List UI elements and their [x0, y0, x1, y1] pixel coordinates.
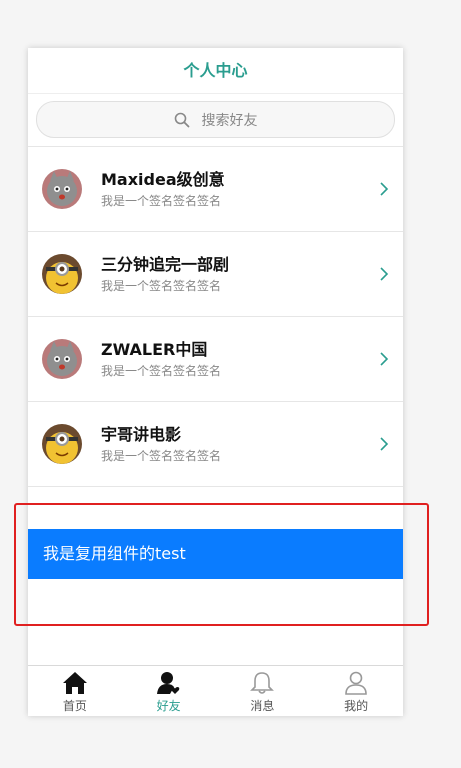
highlight-box [14, 503, 429, 626]
friend-icon [156, 672, 179, 694]
tab-friends[interactable]: 好友 [122, 666, 216, 716]
tab-label: 我的 [344, 699, 369, 713]
page-title: 个人中心 [28, 48, 403, 94]
tab-label: 消息 [250, 699, 275, 713]
chevron-right-icon [380, 267, 389, 281]
user-icon [345, 671, 367, 695]
tab-messages[interactable]: 消息 [216, 666, 310, 716]
search-icon [174, 112, 189, 127]
search-input[interactable]: 搜索好友 [36, 101, 395, 138]
friend-signature: 我是一个签名签名签名 [101, 448, 222, 463]
tab-bar: 首页 好友 消息 我的 [28, 665, 403, 716]
chevron-right-icon [380, 437, 389, 451]
chevron-right-icon [380, 352, 389, 366]
tab-home[interactable]: 首页 [28, 666, 122, 716]
friend-signature: 我是一个签名签名签名 [101, 278, 222, 293]
home-icon [62, 672, 87, 694]
tab-label: 好友 [156, 699, 181, 713]
bell-icon [250, 672, 275, 694]
search-placeholder: 搜索好友 [201, 112, 258, 129]
friend-item[interactable]: ZWALER中国 我是一个签名签名签名 [28, 317, 403, 402]
minion-avatar [42, 424, 82, 464]
friend-name: Maxidea级创意 [101, 169, 225, 189]
friend-signature: 我是一个签名签名签名 [101, 363, 222, 378]
cat-avatar [42, 339, 82, 379]
minion-avatar [42, 254, 82, 294]
friend-item[interactable]: Maxidea级创意 我是一个签名签名签名 [28, 147, 403, 232]
friend-item[interactable]: 宇哥讲电影 我是一个签名签名签名 [28, 402, 403, 487]
tab-mine[interactable]: 我的 [309, 666, 403, 716]
friend-name: 三分钟追完一部剧 [101, 254, 230, 274]
friend-item[interactable]: 三分钟追完一部剧 我是一个签名签名签名 [28, 232, 403, 317]
cat-avatar [42, 169, 82, 209]
friend-name: 宇哥讲电影 [101, 424, 182, 444]
search-bar: 搜索好友 [28, 94, 403, 147]
tab-label: 首页 [62, 699, 87, 713]
friend-signature: 我是一个签名签名签名 [101, 193, 222, 208]
friend-list: Maxidea级创意 我是一个签名签名签名 三分钟追完一部剧 我是一个签名签名签… [28, 147, 403, 487]
chevron-right-icon [380, 182, 389, 196]
friend-name: ZWALER中国 [101, 339, 208, 359]
